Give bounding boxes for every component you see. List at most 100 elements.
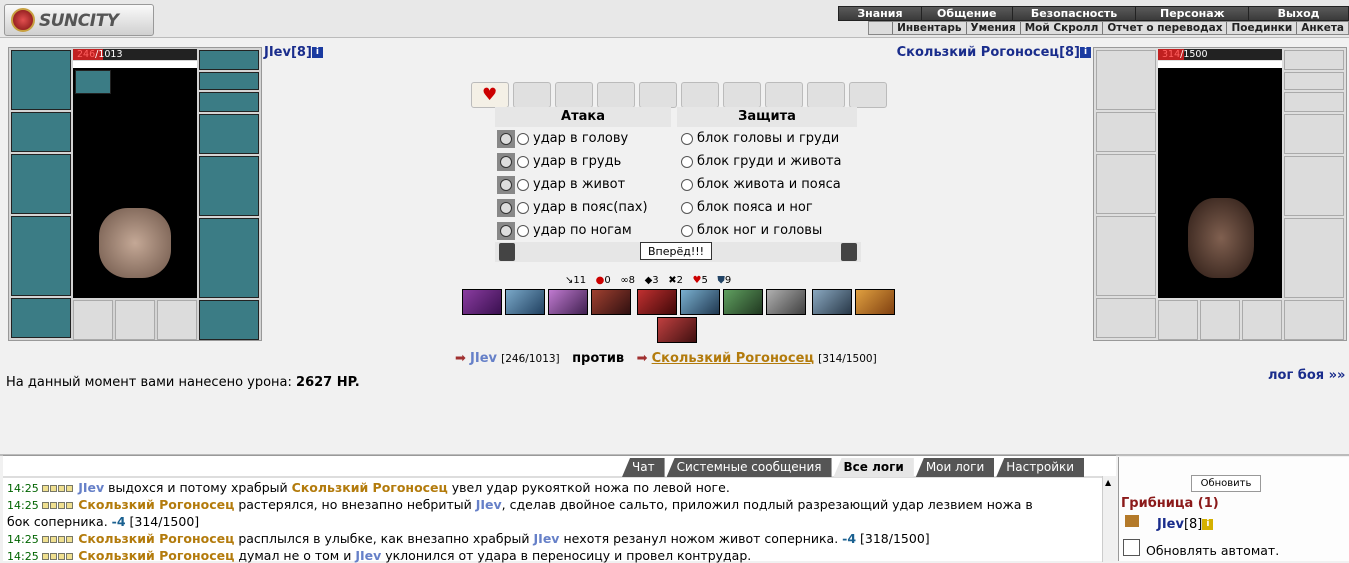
block-option[interactable]: блок ног и головы <box>681 220 822 242</box>
block-option[interactable]: блок головы и груди <box>681 128 839 150</box>
log-enemy-name[interactable]: Скользкий Рогоносец <box>78 531 234 546</box>
attack-option[interactable]: удар в живот <box>497 174 625 196</box>
nav-fights[interactable]: Поединки <box>1226 22 1296 34</box>
scroll-slot[interactable] <box>513 82 551 108</box>
scroll-slot[interactable] <box>765 82 803 108</box>
effect-slot[interactable] <box>75 70 111 94</box>
online-user[interactable]: JIev[8] i <box>1157 517 1214 532</box>
enemy-amulet-slot[interactable] <box>1284 92 1344 112</box>
versus-player-name[interactable]: JIev <box>470 351 497 366</box>
log-enemy-name[interactable]: Скользкий Рогоносец <box>78 497 234 512</box>
scroll-up-icon[interactable]: ▲ <box>1105 478 1111 487</box>
offhand-slot[interactable] <box>199 156 259 216</box>
nav-exit[interactable]: Выход <box>1249 7 1348 20</box>
bracers-slot[interactable] <box>11 112 71 152</box>
enemy-name[interactable]: Скользкий Рогоносец <box>897 45 1059 60</box>
nav-security[interactable]: Безопасность <box>1012 7 1137 20</box>
attack-option[interactable]: удар по ногам <box>497 220 632 242</box>
skill-button[interactable] <box>657 317 697 343</box>
nav-inventory[interactable]: Инвентарь <box>892 22 965 34</box>
log-scrollbar[interactable]: ▲ <box>1102 476 1116 562</box>
enemy-helmet-slot[interactable] <box>1096 50 1156 110</box>
log-player-name[interactable]: JIev <box>78 480 104 495</box>
block-option[interactable]: блок груди и живота <box>681 151 842 173</box>
nav-skills[interactable]: Умения <box>965 22 1020 34</box>
nav-profile[interactable]: Анкета <box>1296 22 1348 34</box>
empty-slot[interactable] <box>1158 300 1198 340</box>
player-name[interactable]: JIev <box>264 45 291 60</box>
tab-all-logs[interactable]: Все логи <box>833 458 914 477</box>
skill-button[interactable] <box>855 289 895 315</box>
enemy-armor-slot[interactable] <box>1096 216 1156 296</box>
nav-character[interactable]: Персонаж <box>1136 7 1250 20</box>
empty-slot[interactable] <box>1200 300 1240 340</box>
nav-transfers-report[interactable]: Отчет о переводах <box>1102 22 1226 34</box>
amulet-slot[interactable] <box>199 92 259 112</box>
empty-slot[interactable] <box>157 300 197 340</box>
block-option[interactable]: блок пояса и ног <box>681 197 813 219</box>
skill-button[interactable] <box>548 289 588 315</box>
enemy-offhand-slot[interactable] <box>1284 156 1344 216</box>
skill-button[interactable] <box>505 289 545 315</box>
go-button[interactable]: Вперёд!!! <box>640 242 712 260</box>
nav-communication[interactable]: Общение <box>921 7 1013 20</box>
weapon-slot[interactable] <box>11 154 71 214</box>
scroll-slot[interactable] <box>807 82 845 108</box>
auto-refresh-checkbox[interactable] <box>1123 539 1140 556</box>
scroll-slot[interactable] <box>681 82 719 108</box>
scroll-slot[interactable] <box>723 82 761 108</box>
block-option[interactable]: блок живота и пояса <box>681 174 841 196</box>
scroll-slot[interactable] <box>639 82 677 108</box>
enemy-bracers-slot[interactable] <box>1096 112 1156 152</box>
enemy-belt-slot[interactable] <box>1096 298 1156 338</box>
enemy-ring-slot[interactable] <box>1284 72 1344 90</box>
pants-slot[interactable] <box>199 218 259 298</box>
empty-slot[interactable] <box>73 300 113 340</box>
ring-slot[interactable] <box>199 50 259 70</box>
versus-enemy-name[interactable]: Скользкий Рогоносец <box>652 351 814 366</box>
tab-system[interactable]: Системные сообщения <box>666 458 832 477</box>
belt-slot[interactable] <box>11 298 71 338</box>
armor-slot[interactable] <box>11 216 71 296</box>
heart-scroll-slot[interactable]: ♥ <box>471 82 509 108</box>
enemy-pants-slot[interactable] <box>1284 218 1344 298</box>
nav-my-scroll[interactable]: Мой Скролл <box>1019 22 1103 34</box>
suncity-logo[interactable]: SUNCITY <box>4 4 154 36</box>
skill-button[interactable] <box>637 289 677 315</box>
helmet-slot[interactable] <box>11 50 71 110</box>
ring-slot[interactable] <box>199 72 259 90</box>
skill-button[interactable] <box>812 289 852 315</box>
enemy-ring-slot[interactable] <box>1284 50 1344 70</box>
empty-slot[interactable] <box>115 300 155 340</box>
scroll-slot[interactable] <box>597 82 635 108</box>
log-enemy-name[interactable]: Скользкий Рогоносец <box>292 480 448 495</box>
player-equipment-panel: 246/1013 <box>8 47 262 341</box>
battle-log-link[interactable]: лог боя »» <box>1268 368 1345 383</box>
scroll-slot[interactable] <box>849 82 887 108</box>
log-player-name[interactable]: JIev <box>534 531 560 546</box>
refresh-button[interactable]: Обновить <box>1191 475 1261 492</box>
boots-slot[interactable] <box>199 300 259 340</box>
nav-knowledge[interactable]: Знания <box>839 7 922 20</box>
skill-button[interactable] <box>591 289 631 315</box>
enemy-gloves-slot[interactable] <box>1284 114 1344 154</box>
skill-button[interactable] <box>723 289 763 315</box>
gloves-slot[interactable] <box>199 114 259 154</box>
enemy-boots-slot[interactable] <box>1284 300 1344 340</box>
attack-option[interactable]: удар в пояс(пах) <box>497 197 648 219</box>
enemy-weapon-slot[interactable] <box>1096 154 1156 214</box>
tab-settings[interactable]: Настройки <box>996 458 1085 477</box>
info-icon[interactable]: i <box>1202 519 1214 530</box>
skill-button[interactable] <box>766 289 806 315</box>
scroll-slot[interactable] <box>555 82 593 108</box>
tab-chat[interactable]: Чат <box>622 458 665 477</box>
attack-option[interactable]: удар в грудь <box>497 151 621 173</box>
empty-slot[interactable] <box>1242 300 1282 340</box>
skill-button[interactable] <box>680 289 720 315</box>
log-player-name[interactable]: JIev <box>476 497 502 512</box>
skill-button[interactable] <box>462 289 502 315</box>
attack-option[interactable]: удар в голову <box>497 128 628 150</box>
info-icon[interactable]: i <box>1080 47 1091 58</box>
tab-my-logs[interactable]: Мои логи <box>915 458 995 477</box>
info-icon[interactable]: i <box>311 47 323 58</box>
